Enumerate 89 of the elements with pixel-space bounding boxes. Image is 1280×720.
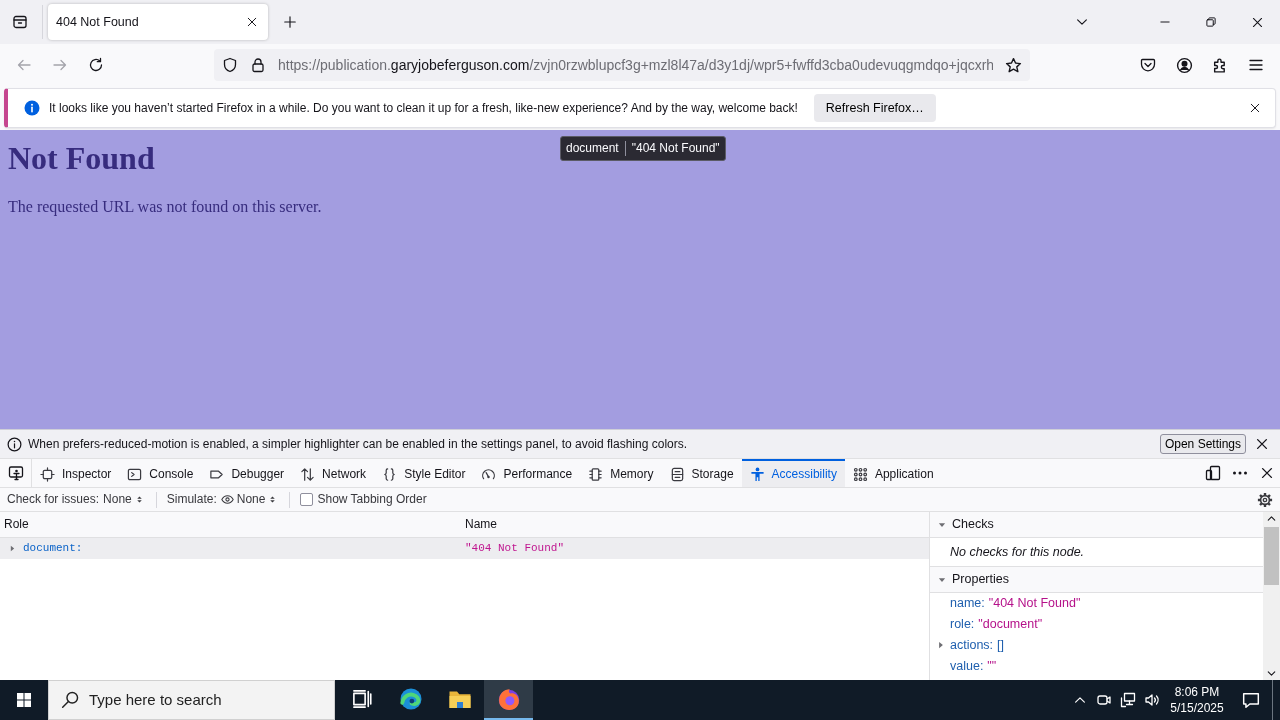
star-icon[interactable] — [1005, 56, 1022, 74]
swirl-browser-icon — [398, 687, 423, 711]
account-icon[interactable] — [1175, 56, 1193, 74]
chip-icon — [588, 466, 604, 482]
responsive-devices-icon[interactable] — [1204, 465, 1221, 481]
restore-icon[interactable] — [1205, 16, 1217, 28]
page-text: The requested URL was not found on this server. — [8, 196, 322, 216]
clock-date[interactable]: 5/15/2025 — [1170, 700, 1224, 717]
page-heading: Not Found — [8, 140, 155, 177]
notification-message: It looks like you haven’t started Firefox in a while. Do you want to clean it up for a fresh, like-new experience? And by the way, welcome back! — [49, 100, 798, 116]
check-issues-label: Check for issues: — [7, 492, 100, 507]
simulate-label: Simulate: — [166, 492, 217, 507]
property-value: "document" — [978, 617, 1043, 632]
terminal-icon — [127, 466, 143, 482]
column-header[interactable]: Name — [465, 517, 497, 532]
browser-tab[interactable]: 404 Not Found — [48, 4, 268, 40]
open-settings-button[interactable]: Open Settings — [1159, 434, 1246, 454]
network-icon[interactable] — [1120, 692, 1136, 708]
volume-icon[interactable] — [1144, 692, 1160, 708]
task-view-icon — [351, 689, 372, 709]
clock-time[interactable]: 8:06 PM — [1174, 683, 1220, 700]
search-box[interactable]: Type here to search — [48, 680, 335, 720]
scrollbar-thumb[interactable] — [1264, 527, 1279, 585]
name-cell: "404 Not Found" — [465, 541, 565, 556]
dot-grid-icon — [852, 466, 868, 482]
info-icon — [7, 436, 22, 452]
scrollbar[interactable] — [1263, 512, 1280, 680]
framed-person-icon[interactable] — [7, 465, 24, 481]
shield-icon[interactable] — [222, 57, 238, 73]
devtools-tab[interactable]: Debugger — [201, 459, 293, 487]
property-value: "404 Not Found" — [988, 596, 1081, 611]
gauge-icon — [481, 466, 497, 482]
reload-icon[interactable] — [88, 57, 104, 73]
up-down-arrows-icon — [300, 466, 316, 482]
close-icon[interactable] — [1250, 15, 1264, 29]
drawer-icon — [669, 466, 685, 482]
column-header[interactable]: Role — [0, 517, 465, 532]
notification-bubble-icon[interactable] — [1242, 691, 1260, 709]
close-icon[interactable] — [246, 16, 258, 28]
devtools-tab[interactable]: Console — [119, 459, 202, 487]
check-issues-select[interactable]: None — [99, 489, 148, 510]
person-icon — [749, 466, 765, 482]
section-header[interactable]: Properties — [930, 567, 1263, 593]
devtools-tab[interactable]: Application — [844, 459, 942, 487]
braces-icon — [382, 466, 398, 482]
devtools-tab[interactable]: Network — [292, 459, 375, 487]
role-cell: document: — [23, 541, 83, 556]
property-value: "" — [987, 659, 997, 674]
property-value: [] — [997, 638, 1005, 653]
close-icon[interactable] — [1255, 437, 1269, 451]
devtools-tab[interactable]: Storage — [661, 459, 742, 487]
property-key: value: — [950, 659, 984, 674]
refresh-firefox-button[interactable]: Refresh Firefox… — [813, 94, 936, 122]
search-field[interactable]: Type here to search — [89, 691, 334, 709]
fox-globe-icon — [496, 687, 521, 711]
up-down-caret-icon — [268, 495, 278, 504]
property-key: actions: — [950, 638, 994, 653]
checkbox-label: Show Tabbing Order — [317, 492, 427, 507]
tabbing-order-checkbox[interactable] — [300, 493, 314, 506]
info-icon — [24, 100, 40, 116]
devtools-tab[interactable]: Performance — [473, 459, 581, 487]
up-down-caret-icon — [134, 495, 144, 504]
section-header[interactable]: Checks — [930, 512, 1263, 538]
tooltip-name: "404 Not Found" — [631, 141, 720, 156]
tooltip-role: document — [566, 141, 619, 156]
settings-icon[interactable] — [1257, 491, 1273, 508]
camera-icon[interactable] — [1096, 692, 1112, 708]
notice-message: When prefers-reduced-motion is enabled, a simpler highlighter can be enabled in the settings panel, to avoid flashing colors. — [28, 436, 688, 452]
plus-icon[interactable] — [283, 15, 297, 29]
property-key: name: — [950, 596, 985, 611]
devtools-tab[interactable]: Memory — [580, 459, 662, 487]
close-icon[interactable] — [1249, 102, 1261, 114]
pocket-icon[interactable] — [1140, 57, 1156, 73]
archive-box-icon[interactable] — [12, 14, 28, 30]
expand-triangle-icon[interactable] — [8, 544, 17, 553]
simulate-select[interactable]: None — [216, 489, 282, 510]
frame-icon — [40, 466, 55, 482]
devtools-tab[interactable]: Accessibility — [741, 459, 845, 487]
eye-icon — [220, 493, 234, 506]
search-icon — [61, 691, 79, 709]
menu-icon[interactable] — [1248, 57, 1264, 73]
lock-icon[interactable] — [250, 57, 266, 73]
property-key: role: — [950, 617, 975, 632]
address-field[interactable]: https://publication.garyjobeferguson.com/zvjn0rzwblupcf3g+mzl8l47a/d3y1dj/wpr5+fwffd3cba0udevuqgmdqo+jqcxrh — [214, 49, 1030, 81]
devtools-tab[interactable]: Inspector — [32, 459, 120, 487]
windows-logo-icon[interactable] — [16, 692, 32, 708]
devtools-tab[interactable]: Style Editor — [374, 459, 474, 487]
tree-row[interactable]: document: "404 Not Found" — [0, 538, 929, 559]
close-icon[interactable] — [1259, 466, 1274, 480]
